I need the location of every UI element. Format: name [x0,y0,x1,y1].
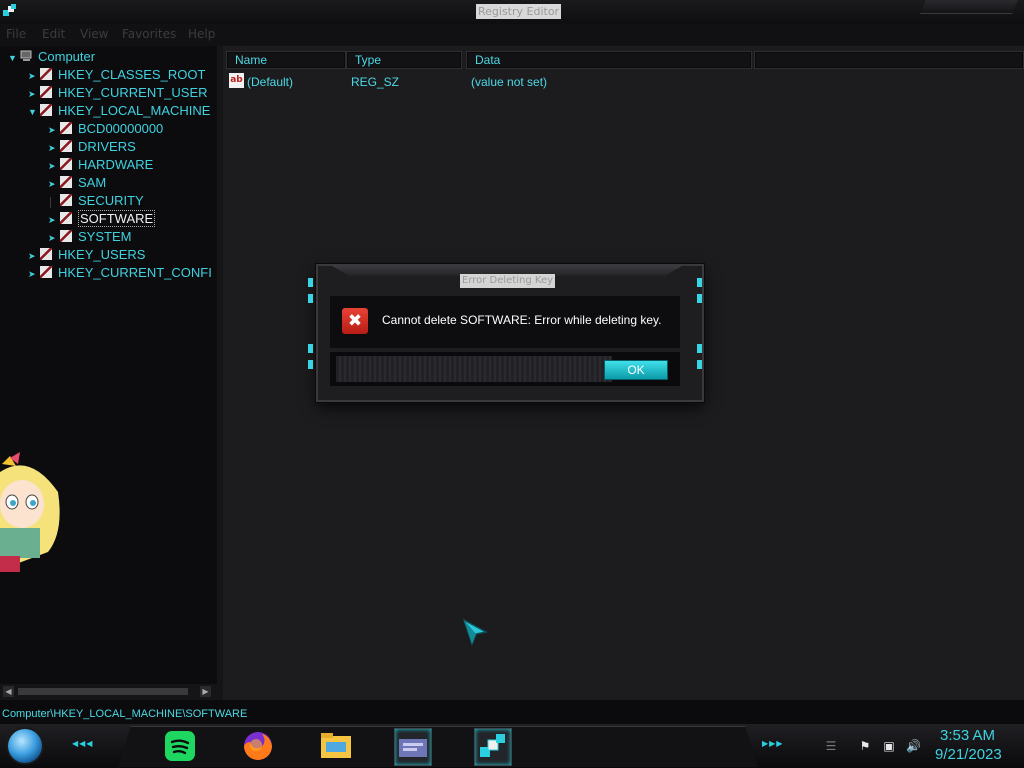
dialog-accent [697,278,702,287]
tree-node-hkey-users[interactable]: ➤ HKEY_USERS [28,246,145,264]
taskbar-decor-icon: ◀◀◀ [72,739,94,748]
error-icon: ✖ [342,308,368,334]
menu-edit[interactable]: Edit [42,27,65,41]
dialog-accent [308,278,313,287]
menu-file[interactable]: File [6,27,26,41]
dialog-button-area: OK [330,352,680,386]
dialog-accent [697,360,702,369]
tree-node-security[interactable]: │ SECURITY [48,192,144,210]
collapsed-arrow-icon[interactable]: ➤ [28,265,36,279]
error-dialog: Error Deleting Key ✖ Cannot delete SOFTW… [308,264,704,402]
collapsed-arrow-icon[interactable]: ➤ [48,211,56,225]
expanded-arrow-icon[interactable]: ▼ [28,103,37,117]
tree-horizontal-scrollbar[interactable]: ◀ ▶ [0,684,217,700]
collapsed-arrow-icon[interactable]: ➤ [28,85,36,99]
registry-tree[interactable]: ▼ Computer ➤ HKEY_CLASSES_ROOT ➤ HKEY_CURRE… [0,46,217,684]
menu-favorites[interactable]: Favorites [122,27,176,41]
registry-editor-icon [3,4,16,16]
dialog-decor-track [336,356,612,382]
taskbar: ◀◀◀ ▶▶▶ ☰ ⚑ ▣ 🔊 3:53 AM 9/21/2023 [0,724,1024,768]
collapsed-arrow-icon[interactable]: ➤ [48,157,56,171]
string-value-icon: ab [229,73,244,88]
tree-line: │ [48,197,54,207]
collapsed-arrow-icon[interactable]: ➤ [48,139,56,153]
dialog-title: Error Deleting Key [460,274,556,288]
menu-help[interactable]: Help [188,27,215,41]
collapsed-arrow-icon[interactable]: ➤ [48,175,56,189]
registry-key-icon [40,68,52,80]
dialog-accent [308,360,313,369]
mouse-cursor-icon [462,618,488,646]
tree-node-software[interactable]: ➤ SOFTWARE [48,210,156,228]
tree-node-drivers[interactable]: ➤ DRIVERS [48,138,136,156]
registry-key-icon [60,176,72,188]
show-hidden-icons-icon[interactable]: ☰ [824,739,838,753]
column-header-data[interactable]: Data [466,51,752,69]
scroll-thumb[interactable] [18,688,188,695]
window-title: Registry Editor [476,4,562,19]
dialog-accent [697,344,702,353]
title-bar[interactable]: Registry Editor [0,0,1024,24]
tree-node-sam[interactable]: ➤ SAM [48,174,106,192]
dialog-message: Cannot delete SOFTWARE: Error while dele… [382,313,662,327]
tree-node-hkey-local-machine[interactable]: ▼ HKEY_LOCAL_MACHINE [28,102,210,120]
registry-key-icon [60,212,72,224]
tree-node-system[interactable]: ➤ SYSTEM [48,228,131,246]
registry-key-icon [40,266,52,278]
registry-key-icon [60,140,72,152]
tree-node-computer[interactable]: ▼ Computer [8,48,95,66]
registry-key-icon [60,194,72,206]
status-path: Computer\HKEY_LOCAL_MACHINE\SOFTWARE [2,708,248,720]
dialog-accent [308,294,313,303]
taskbar-decor-icon: ▶▶▶ [762,739,784,748]
status-bar: Computer\HKEY_LOCAL_MACHINE\SOFTWARE [0,700,1024,724]
network-icon[interactable]: ▣ [882,739,896,753]
value-data: (value not set) [471,75,548,89]
registry-key-icon [40,86,52,98]
column-header-type[interactable]: Type [346,51,462,69]
tree-node-bcd[interactable]: ➤ BCD00000000 [48,120,163,138]
registry-key-icon [40,248,52,260]
column-header-name[interactable]: Name [226,51,346,69]
cartoon-character-image [0,452,60,572]
collapsed-arrow-icon[interactable]: ➤ [48,121,56,135]
dialog-body: ✖ Cannot delete SOFTWARE: Error while de… [330,296,680,348]
registry-key-icon [60,230,72,242]
firefox-icon[interactable] [240,728,276,764]
volume-icon[interactable]: 🔊 [906,739,921,753]
ok-button[interactable]: OK [604,360,668,380]
expanded-arrow-icon[interactable]: ▼ [8,49,17,63]
tree-node-hkey-classes-root[interactable]: ➤ HKEY_CLASSES_ROOT [28,66,205,84]
dialog-accent [697,294,702,303]
collapsed-arrow-icon[interactable]: ➤ [28,247,36,261]
action-center-flag-icon[interactable]: ⚑ [858,739,872,753]
tree-node-hardware[interactable]: ➤ HARDWARE [48,156,153,174]
registry-key-icon [60,122,72,134]
taskbar-app-area [118,726,758,767]
menu-view[interactable]: View [80,27,108,41]
control-panel-icon[interactable] [394,728,432,766]
dialog-accent [308,344,313,353]
scroll-left-arrow-icon[interactable]: ◀ [3,686,14,697]
tree-node-hkey-current-user[interactable]: ➤ HKEY_CURRENT_USER [28,84,208,102]
start-button-icon[interactable] [8,729,42,763]
computer-icon [20,50,32,61]
registry-editor-taskbar-icon[interactable] [474,728,512,766]
collapsed-arrow-icon[interactable]: ➤ [28,67,36,81]
file-explorer-icon[interactable] [318,728,354,764]
window-controls[interactable] [920,0,1018,14]
value-name[interactable]: (Default) [247,75,293,89]
spotify-icon[interactable] [162,728,198,764]
value-type: REG_SZ [351,75,400,89]
column-header-empty[interactable] [754,51,1024,69]
clock-date[interactable]: 9/21/2023 [935,746,1002,763]
tree-node-hkey-current-config[interactable]: ➤ HKEY_CURRENT_CONFI [28,264,212,282]
registry-key-icon [40,104,52,116]
clock-time[interactable]: 3:53 AM [940,727,995,744]
collapsed-arrow-icon[interactable]: ➤ [48,229,56,243]
registry-key-icon [60,158,72,170]
scroll-right-arrow-icon[interactable]: ▶ [200,686,211,697]
menu-bar: File Edit View Favorites Help [0,24,1024,46]
